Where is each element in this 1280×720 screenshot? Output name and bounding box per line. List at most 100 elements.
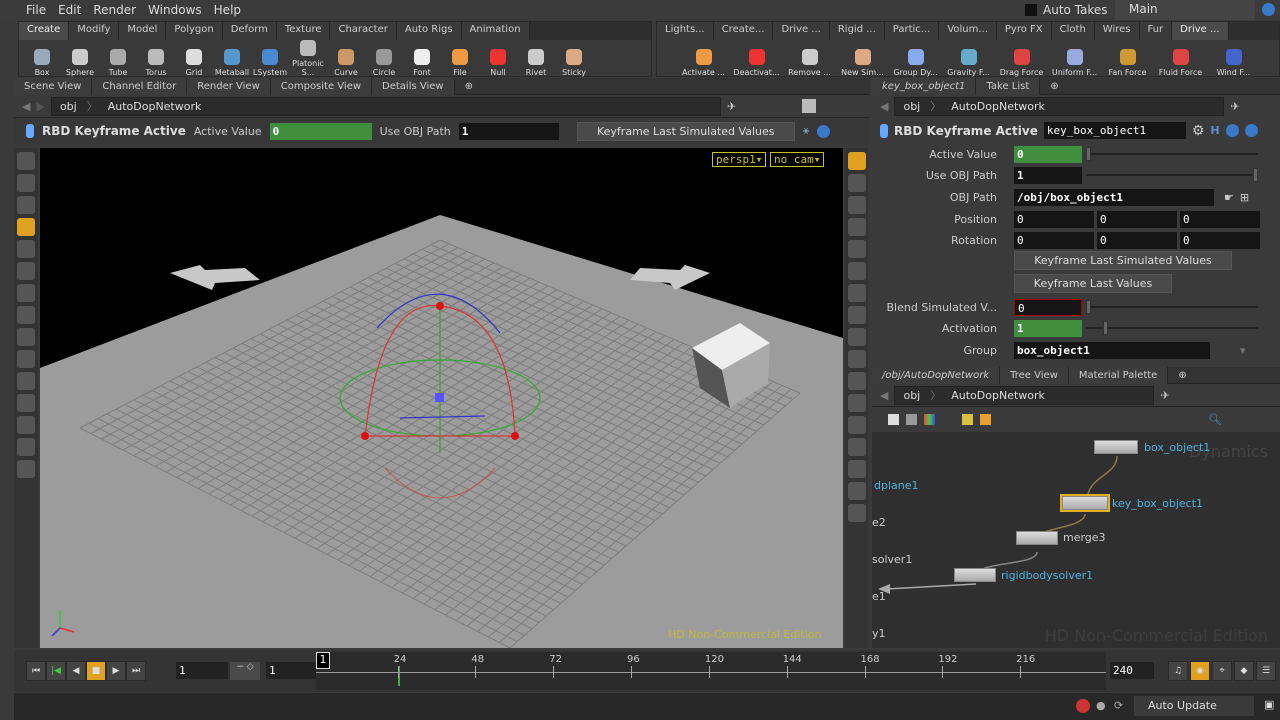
forward-icon[interactable]: ▶	[36, 100, 44, 113]
shelf-tool-circle[interactable]: Circle	[365, 49, 403, 77]
realtime-toggle[interactable]: ◉	[1190, 661, 1210, 681]
rotate-tool-icon[interactable]	[17, 306, 35, 324]
path-field[interactable]: obj 〉 AutoDopNetwork	[894, 96, 1225, 116]
update-mode-selector[interactable]: Auto Update	[1134, 696, 1254, 716]
group-menu-icon[interactable]: ▾	[1240, 344, 1246, 357]
drop-tool-icon[interactable]	[17, 460, 35, 478]
pane-tab-material-palette[interactable]: Material Palette	[1068, 366, 1169, 384]
add-tab-icon[interactable]: ⊕	[1168, 367, 1196, 384]
activation-slider[interactable]	[1086, 318, 1258, 338]
shelf-tool-lsystem[interactable]: LSystem	[251, 49, 289, 77]
stop-cook-icon[interactable]	[1076, 699, 1090, 713]
shelf-tab-lights-[interactable]: Lights...	[657, 22, 714, 40]
back-icon[interactable]: ◀	[22, 100, 30, 113]
shelf-tool-tube[interactable]: Tube	[99, 49, 137, 77]
global-anim-icon[interactable]: ☰	[1256, 661, 1276, 681]
scale-tool-icon[interactable]	[17, 284, 35, 302]
shelf-tool-group-dy-[interactable]: Group Dy...	[889, 49, 942, 77]
camera-menu[interactable]: persp1▾	[712, 152, 767, 167]
shelf-tool-curve[interactable]: Curve	[327, 49, 365, 77]
jump-icon[interactable]: ☛	[1224, 191, 1234, 204]
shelf-tool-fluid-force[interactable]: Fluid Force	[1154, 49, 1207, 77]
rotation-z[interactable]: 0	[1180, 231, 1260, 249]
menu-windows[interactable]: Windows	[142, 3, 208, 17]
pin-icon[interactable]: ✈	[727, 100, 736, 113]
ghost-display-icon[interactable]	[847, 240, 866, 258]
pane-tab-details-view[interactable]: Details View	[372, 77, 455, 95]
shelf-tool-new-sim-[interactable]: New Sim...	[836, 49, 889, 77]
snap-display-icon[interactable]	[847, 174, 866, 192]
shelf-tab-drive-[interactable]: Drive ...	[1172, 22, 1229, 40]
shelf-tab-deform[interactable]: Deform	[222, 22, 277, 40]
shelf-tool-wind-f-[interactable]: Wind F...	[1207, 49, 1260, 77]
cam-tool-icon[interactable]	[17, 394, 35, 412]
network-box-icon[interactable]	[980, 414, 991, 425]
pin-icon[interactable]: ✈	[1230, 100, 1239, 113]
wire-display-icon[interactable]	[847, 262, 866, 280]
help-icon[interactable]	[1244, 124, 1258, 137]
shelf-tab-modify[interactable]: Modify	[69, 22, 120, 40]
rotation-x[interactable]: 0	[1014, 231, 1094, 249]
shelf-tool-drag-force[interactable]: Drag Force	[995, 49, 1048, 77]
activation-field[interactable]: 1	[1014, 319, 1082, 337]
shelf-tab-create-[interactable]: Create...	[713, 22, 774, 40]
shelf-tool-rivet[interactable]: Rivet	[517, 49, 555, 77]
shelf-tab-auto-rigs[interactable]: Auto Rigs	[396, 22, 462, 40]
path-network[interactable]: AutoDopNetwork	[108, 100, 202, 113]
thumbnail-icon[interactable]	[906, 414, 917, 425]
menu-render[interactable]: Render	[87, 3, 142, 17]
path-obj[interactable]: obj	[903, 100, 920, 113]
path-field[interactable]: obj 〉 AutoDopNetwork	[894, 385, 1155, 405]
pane-tab-key-box-object1[interactable]: key_box_object1	[872, 77, 977, 95]
keyframe-last-simulated-button[interactable]: Keyframe Last Simulated Values	[576, 121, 795, 141]
move-tool-icon[interactable]	[17, 240, 35, 258]
path-network[interactable]: AutoDopNetwork	[951, 100, 1045, 113]
pane-tab-composite-view[interactable]: Composite View	[270, 77, 373, 95]
fx-tool-icon[interactable]	[17, 416, 35, 434]
back-icon[interactable]: ◀	[880, 100, 888, 113]
position-x[interactable]: 0	[1014, 210, 1094, 228]
keyframe-icon[interactable]: ⌖	[1212, 661, 1232, 681]
uv-display-icon[interactable]	[847, 372, 866, 390]
view-tool-icon[interactable]	[17, 174, 35, 192]
shelf-tab-wires[interactable]: Wires	[1094, 22, 1140, 40]
pane-tab-render-view[interactable]: Render View	[187, 77, 271, 95]
shelf-tab-fur[interactable]: Fur	[1139, 22, 1173, 40]
path-field[interactable]: obj 〉 AutoDopNetwork	[50, 96, 721, 116]
shelf-tool-null[interactable]: Null	[479, 49, 517, 77]
scr-display-icon[interactable]	[847, 482, 866, 500]
vector-display-icon[interactable]	[847, 350, 866, 368]
stop-button[interactable]: ■	[86, 661, 106, 681]
help-icon[interactable]	[817, 124, 831, 138]
bg-display-icon[interactable]	[847, 394, 866, 412]
shelf-tool-uniform-f-[interactable]: Uniform F...	[1048, 49, 1101, 77]
back-icon[interactable]: ◀	[880, 389, 888, 402]
use-obj-path-field[interactable]: 1	[1014, 166, 1082, 184]
obj-path-field[interactable]: /obj/box_object1	[1014, 188, 1214, 206]
list-mode-icon[interactable]	[888, 414, 899, 425]
prev-key-button[interactable]: |◀	[46, 661, 66, 681]
shelf-tab-rigid-[interactable]: Rigid ...	[829, 22, 885, 40]
current-frame-field[interactable]: 1	[176, 662, 228, 679]
sphere-display-icon[interactable]	[847, 218, 866, 236]
point-display-icon[interactable]	[847, 306, 866, 324]
use-obj-path-slider[interactable]	[1086, 165, 1258, 185]
active-value-slider[interactable]	[1086, 144, 1258, 164]
add-tab-icon[interactable]: ⊕	[455, 78, 483, 95]
cache-icon[interactable]: ●	[1096, 699, 1106, 712]
group-field[interactable]: box_object1	[1014, 341, 1210, 359]
pose-tool-icon[interactable]	[17, 218, 35, 236]
light-tool-icon[interactable]	[17, 372, 35, 390]
search-icon[interactable]: 🔍︎	[1208, 413, 1222, 426]
gear-icon[interactable]: ⚙	[1192, 123, 1205, 139]
path-network[interactable]: AutoDopNetwork	[951, 389, 1045, 402]
position-y[interactable]: 0	[1097, 210, 1177, 228]
shelf-tab-partic-[interactable]: Partic...	[884, 22, 940, 40]
info-icon[interactable]	[1225, 124, 1239, 137]
audio-icon[interactable]: ♫	[1168, 661, 1188, 681]
color-palette-icon[interactable]	[924, 414, 935, 425]
active-value-field[interactable]: 0	[1014, 145, 1082, 163]
handle-tool-icon[interactable]	[17, 196, 35, 214]
flame-tool-icon[interactable]	[17, 438, 35, 456]
shelf-tool-gravity-f-[interactable]: Gravity F...	[942, 49, 995, 77]
